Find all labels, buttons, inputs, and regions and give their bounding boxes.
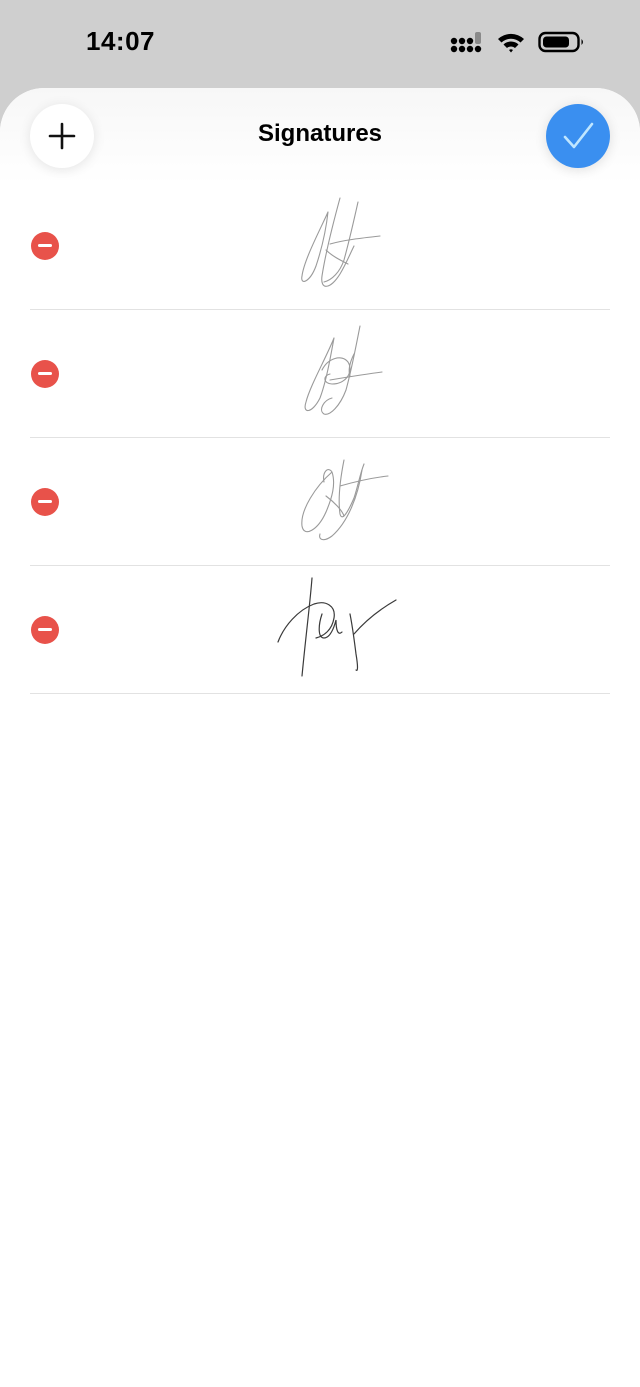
status-bar: 14:07 <box>0 0 640 88</box>
minus-icon <box>38 500 52 503</box>
minus-icon <box>38 244 52 247</box>
signature-row[interactable] <box>30 438 610 566</box>
signature-list <box>0 182 640 694</box>
checkmark-icon <box>563 122 594 149</box>
signature-row[interactable] <box>30 182 610 310</box>
nav-bar: Signatures <box>0 88 640 184</box>
signature-image[interactable] <box>270 446 400 556</box>
signature-image[interactable] <box>270 574 400 684</box>
signature-row[interactable] <box>30 310 610 438</box>
minus-icon <box>38 372 52 375</box>
signature-image[interactable] <box>270 190 400 300</box>
delete-signature-button[interactable] <box>31 615 59 644</box>
page-title: Signatures <box>257 120 383 147</box>
signature-image[interactable] <box>270 318 400 428</box>
wifi-icon <box>498 33 524 53</box>
status-icons <box>450 30 586 54</box>
delete-signature-button[interactable] <box>31 231 59 260</box>
signature-row[interactable] <box>30 566 610 694</box>
cellular-signal-icon <box>450 32 482 53</box>
minus-icon <box>38 628 52 631</box>
battery-icon <box>538 31 583 53</box>
delete-signature-button[interactable] <box>31 359 59 388</box>
signatures-sheet: Signatures <box>0 88 640 1387</box>
delete-signature-button[interactable] <box>31 487 59 516</box>
status-time: 14:07 <box>86 26 155 56</box>
done-button[interactable] <box>546 104 610 168</box>
